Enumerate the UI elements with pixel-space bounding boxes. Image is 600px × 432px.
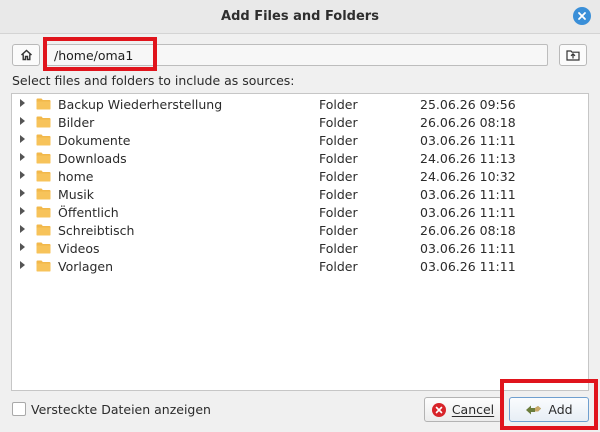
cancel-label: Cancel	[451, 402, 495, 417]
window-title: Add Files and Folders	[221, 9, 379, 24]
cancel-icon	[431, 402, 446, 417]
file-name: Vorlagen	[58, 259, 114, 274]
file-modified: 03.06.26 11:11	[420, 241, 516, 256]
list-item[interactable]: Schreibtisch Folder 26.06.26 08:18	[12, 221, 588, 239]
folder-icon	[36, 152, 51, 164]
show-hidden-checkbox[interactable]	[12, 402, 26, 416]
file-name: Öffentlich	[58, 205, 119, 220]
folder-icon	[36, 98, 51, 110]
cancel-button[interactable]: Cancel	[424, 397, 502, 422]
file-name: Schreibtisch	[58, 223, 135, 238]
expand-arrow-icon[interactable]	[20, 117, 25, 125]
folder-icon	[36, 116, 51, 128]
expand-arrow-icon[interactable]	[20, 189, 25, 197]
folder-icon	[36, 170, 51, 182]
folder-up-icon	[566, 50, 580, 61]
expand-arrow-icon[interactable]	[20, 261, 25, 269]
list-item[interactable]: Dokumente Folder 03.06.26 11:11	[12, 131, 588, 149]
expand-arrow-icon[interactable]	[20, 207, 25, 215]
folder-icon	[36, 224, 51, 236]
list-item[interactable]: Bilder Folder 26.06.26 08:18	[12, 113, 588, 131]
title-bar: Add Files and Folders	[0, 0, 600, 34]
file-type: Folder	[319, 97, 358, 112]
expand-arrow-icon[interactable]	[20, 243, 25, 251]
file-name: Downloads	[58, 151, 127, 166]
file-modified: 03.06.26 11:11	[420, 205, 516, 220]
folder-icon	[36, 242, 51, 254]
file-type: Folder	[319, 205, 358, 220]
expand-arrow-icon[interactable]	[20, 135, 25, 143]
home-button[interactable]	[12, 44, 40, 66]
list-item[interactable]: home Folder 24.06.26 10:32	[12, 167, 588, 185]
list-item[interactable]: Vorlagen Folder 03.06.26 11:11	[12, 257, 588, 275]
folder-icon	[36, 134, 51, 146]
instruction-label: Select files and folders to include as s…	[12, 73, 295, 88]
list-item[interactable]: Öffentlich Folder 03.06.26 11:11	[12, 203, 588, 221]
expand-arrow-icon[interactable]	[20, 225, 25, 233]
file-name: Musik	[58, 187, 94, 202]
expand-arrow-icon[interactable]	[20, 99, 25, 107]
folder-icon	[36, 206, 51, 218]
file-type: Folder	[319, 241, 358, 256]
file-modified: 26.06.26 08:18	[420, 115, 516, 130]
list-item[interactable]: Downloads Folder 24.06.26 11:13	[12, 149, 588, 167]
file-modified: 24.06.26 10:32	[420, 169, 516, 184]
list-item[interactable]: Videos Folder 03.06.26 11:11	[12, 239, 588, 257]
path-highlight-box	[43, 37, 157, 71]
file-name: Bilder	[58, 115, 95, 130]
file-modified: 03.06.26 11:11	[420, 133, 516, 148]
file-modified: 26.06.26 08:18	[420, 223, 516, 238]
home-icon	[20, 49, 32, 61]
list-item[interactable]: Musik Folder 03.06.26 11:11	[12, 185, 588, 203]
file-modified: 25.06.26 09:56	[420, 97, 516, 112]
file-modified: 03.06.26 11:11	[420, 259, 516, 274]
file-type: Folder	[319, 223, 358, 238]
file-name: Dokumente	[58, 133, 131, 148]
folder-icon	[36, 260, 51, 272]
file-name: Backup Wiederherstellung	[58, 97, 223, 112]
file-type: Folder	[319, 169, 358, 184]
list-item[interactable]: Backup Wiederherstellung Folder 25.06.26…	[12, 95, 588, 113]
add-highlight-box	[500, 379, 598, 430]
expand-arrow-icon[interactable]	[20, 171, 25, 179]
file-type: Folder	[319, 115, 358, 130]
close-button[interactable]	[573, 7, 591, 25]
close-icon	[578, 12, 586, 20]
file-modified: 03.06.26 11:11	[420, 187, 516, 202]
file-modified: 24.06.26 11:13	[420, 151, 516, 166]
file-type: Folder	[319, 133, 358, 148]
expand-arrow-icon[interactable]	[20, 153, 25, 161]
file-name: Videos	[58, 241, 100, 256]
show-hidden-label: Versteckte Dateien anzeigen	[31, 402, 211, 417]
file-name: home	[58, 169, 94, 184]
file-type: Folder	[319, 259, 358, 274]
file-type: Folder	[319, 187, 358, 202]
file-list[interactable]: Backup Wiederherstellung Folder 25.06.26…	[11, 93, 589, 391]
folder-icon	[36, 188, 51, 200]
parent-folder-button[interactable]	[559, 44, 587, 66]
file-type: Folder	[319, 151, 358, 166]
